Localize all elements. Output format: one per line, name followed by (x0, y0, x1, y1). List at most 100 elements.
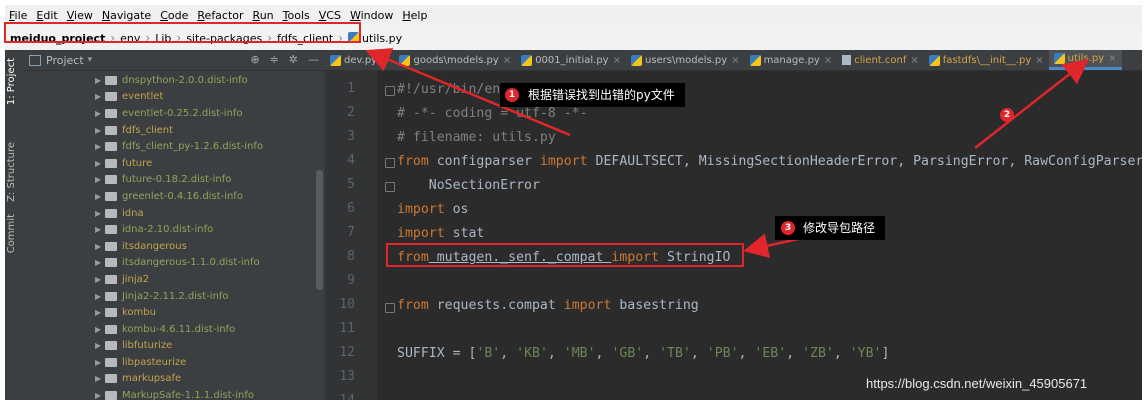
line-number: 14 (339, 393, 355, 400)
hide-icon[interactable]: — (308, 53, 319, 66)
tree-item[interactable]: ▶ itsdangerous-1.1.0.dist-info (23, 255, 315, 272)
folder-icon (105, 341, 117, 351)
collapse-icon[interactable]: ≑ (270, 53, 279, 66)
menu-item-window[interactable]: Window (346, 9, 397, 22)
expand-arrow-icon[interactable]: ▶ (95, 192, 105, 201)
expand-arrow-icon[interactable]: ▶ (95, 341, 105, 350)
expand-arrow-icon[interactable]: ▶ (95, 242, 105, 251)
fold-marker[interactable] (385, 158, 395, 168)
tree-item[interactable]: ▶ fdfs_client_py-1.2.6.dist-info (23, 138, 315, 155)
fold-marker[interactable] (385, 303, 395, 313)
chevron-down-icon[interactable]: ▾ (88, 55, 93, 65)
editor-tab[interactable]: manage.py × (745, 50, 838, 70)
expand-arrow-icon[interactable]: ▶ (95, 358, 105, 367)
tree-item-label: fdfs_client_py-1.2.6.dist-info (122, 141, 264, 153)
tree-item[interactable]: ▶ MarkupSafe-1.1.1.dist-info (23, 387, 315, 400)
tool-window-structure[interactable]: Z: Structure (6, 142, 17, 202)
editor-tab[interactable]: goods\models.py × (394, 50, 516, 70)
string-literal: 'PB' (706, 346, 739, 361)
tree-item[interactable]: ▶ libfuturize (23, 338, 315, 355)
menu-item-tools[interactable]: Tools (279, 9, 314, 22)
tree-item[interactable]: ▶ itsdangerous (23, 238, 315, 255)
gear-icon[interactable]: ✲ (289, 53, 298, 66)
menu-item-edit[interactable]: Edit (32, 9, 61, 22)
tree-item[interactable]: ▶ idna (23, 205, 315, 222)
tree-item-label: libpasteurize (122, 356, 187, 368)
fold-marker[interactable] (385, 182, 395, 192)
expand-arrow-icon[interactable]: ▶ (95, 76, 105, 85)
expand-arrow-icon[interactable]: ▶ (95, 92, 105, 101)
close-icon[interactable]: × (824, 55, 832, 66)
left-tool-strip: 1: Project Z: Structure Commit (5, 50, 24, 400)
tool-window-project[interactable]: 1: Project (6, 58, 17, 105)
expand-arrow-icon[interactable]: ▶ (95, 109, 105, 118)
close-icon[interactable]: × (613, 55, 621, 66)
editor-tab[interactable]: 0001_initial.py × (516, 50, 626, 70)
tree-item[interactable]: ▶ future-0.18.2.dist-info (23, 172, 315, 189)
tree-item[interactable]: ▶ jinja2 (23, 271, 315, 288)
editor-tab[interactable]: fastdfs\__init__.py × (924, 50, 1049, 70)
expand-arrow-icon[interactable]: ▶ (95, 225, 105, 234)
line-number: 10 (339, 297, 355, 312)
tree-item[interactable]: ▶ future (23, 155, 315, 172)
expand-arrow-icon[interactable]: ▶ (95, 325, 105, 334)
tree-item-label: MarkupSafe-1.1.1.dist-info (122, 390, 255, 400)
menu-item-vcs[interactable]: VCS (315, 9, 345, 22)
config-file-icon (842, 55, 852, 65)
project-panel-title[interactable]: Project (46, 54, 84, 67)
locate-icon[interactable]: ⊕ (250, 53, 259, 66)
menu-item-run[interactable]: Run (249, 9, 278, 22)
close-icon[interactable]: × (1108, 53, 1116, 64)
expand-arrow-icon[interactable]: ▶ (95, 391, 105, 400)
menu-item-help[interactable]: Help (398, 9, 431, 22)
tool-window-commit[interactable]: Commit (6, 214, 17, 253)
folder-icon (105, 324, 117, 334)
tree-item[interactable]: ▶ greenlet-0.4.16.dist-info (23, 188, 315, 205)
tree-item[interactable]: ▶ fdfs_client (23, 122, 315, 139)
tree-item[interactable]: ▶ idna-2.10.dist-info (23, 221, 315, 238)
tree-item[interactable]: ▶ eventlet (23, 89, 315, 106)
close-icon[interactable]: × (1035, 55, 1043, 66)
tree-item[interactable]: ▶ libpasteurize (23, 354, 315, 371)
expand-arrow-icon[interactable]: ▶ (95, 209, 105, 218)
close-icon[interactable]: × (731, 55, 739, 66)
expand-arrow-icon[interactable]: ▶ (95, 258, 105, 267)
project-scrollbar[interactable] (316, 170, 323, 290)
fold-marker[interactable] (385, 86, 395, 96)
close-icon[interactable]: × (503, 55, 511, 66)
close-icon[interactable]: × (910, 55, 918, 66)
editor-tab[interactable]: dev.py × (325, 50, 394, 70)
python-file-icon (330, 54, 341, 66)
code-editor[interactable]: #!/usr/bin/env python # -*- coding = utf… (377, 71, 1142, 400)
close-icon[interactable]: × (381, 55, 389, 66)
comma: , (786, 346, 803, 361)
editor-tab[interactable]: users\models.py × (626, 50, 745, 70)
tree-item-label: future-0.18.2.dist-info (122, 174, 232, 186)
expand-arrow-icon[interactable]: ▶ (95, 142, 105, 151)
tab-label: users\models.py (644, 54, 728, 66)
menu-item-navigate[interactable]: Navigate (98, 9, 155, 22)
expand-arrow-icon[interactable]: ▶ (95, 159, 105, 168)
menu-item-file[interactable]: File (5, 9, 31, 22)
folder-icon (105, 208, 117, 218)
keyword-import: import (563, 298, 612, 313)
tree-item[interactable]: ▶ Jinja2-2.11.2.dist-info (23, 288, 315, 305)
editor-tab[interactable]: utils.py × (1048, 50, 1122, 70)
menu-item-refactor[interactable]: Refactor (193, 9, 247, 22)
expand-arrow-icon[interactable]: ▶ (95, 275, 105, 284)
menu-item-view[interactable]: View (63, 9, 97, 22)
menu-item-code[interactable]: Code (156, 9, 192, 22)
expand-arrow-icon[interactable]: ▶ (95, 374, 105, 383)
expand-arrow-icon[interactable]: ▶ (95, 308, 105, 317)
tree-item[interactable]: ▶ markupsafe (23, 371, 315, 388)
expand-arrow-icon[interactable]: ▶ (95, 175, 105, 184)
string-literal: 'MB' (563, 346, 596, 361)
tree-item[interactable]: ▶ kombu (23, 304, 315, 321)
tree-item[interactable]: ▶ dnspython-2.0.0.dist-info (23, 72, 315, 89)
expand-arrow-icon[interactable]: ▶ (95, 126, 105, 135)
editor-tab[interactable]: client.conf × (837, 50, 924, 70)
tree-item[interactable]: ▶ eventlet-0.25.2.dist-info (23, 105, 315, 122)
tree-item[interactable]: ▶ kombu-4.6.11.dist-info (23, 321, 315, 338)
expand-arrow-icon[interactable]: ▶ (95, 292, 105, 301)
keyword-import: import (397, 226, 445, 241)
